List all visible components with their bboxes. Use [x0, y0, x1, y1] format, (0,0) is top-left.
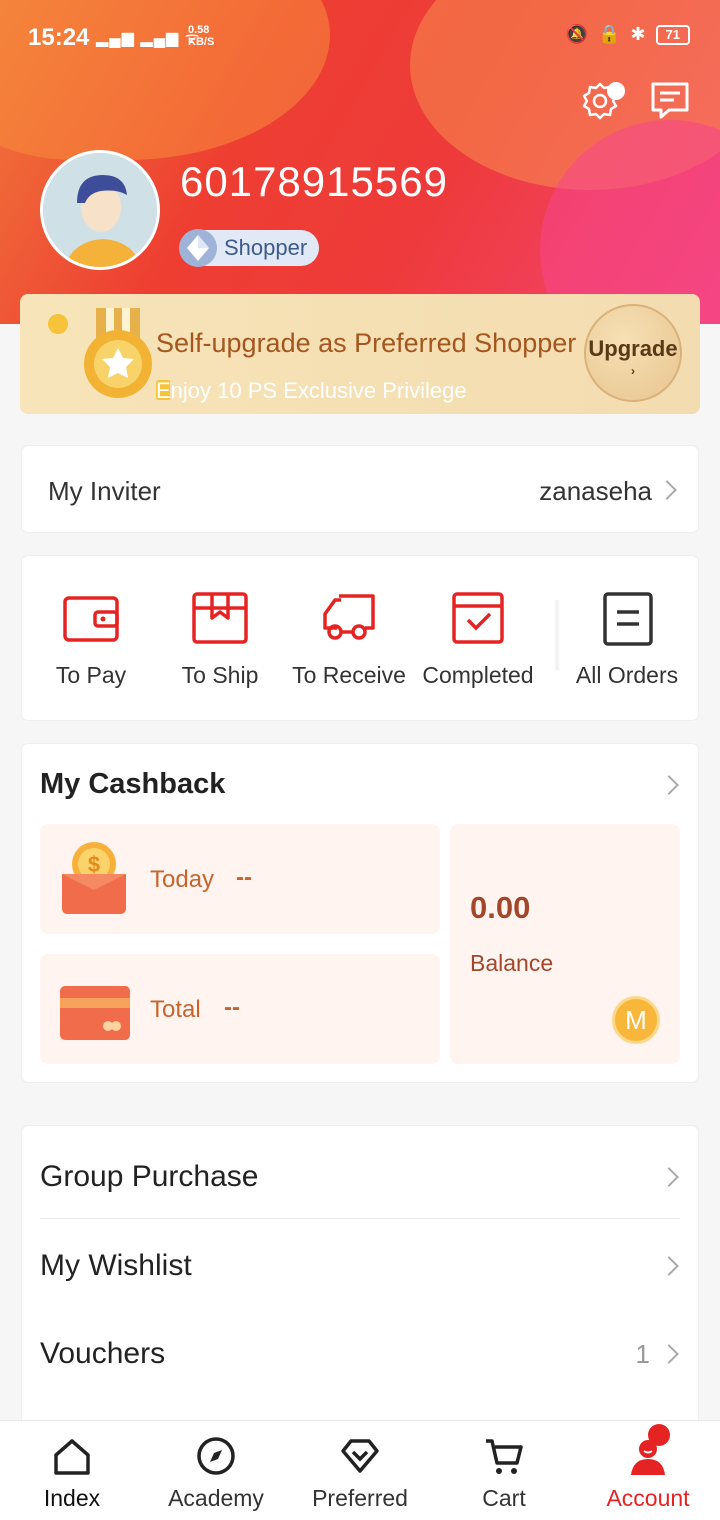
- svg-text:$: $: [88, 852, 100, 877]
- today-value: --: [236, 864, 252, 891]
- notification-dot: [648, 1424, 670, 1446]
- total-value: --: [224, 994, 240, 1021]
- nav-academy[interactable]: Academy: [144, 1435, 288, 1512]
- inviter-row[interactable]: My Inviter zanaseha: [22, 446, 698, 532]
- message-icon[interactable]: [648, 78, 692, 122]
- upgrade-banner[interactable]: Self-upgrade as Preferred Shopper Enjoy …: [20, 294, 700, 414]
- nav-account[interactable]: Account: [576, 1435, 720, 1512]
- menu-item-vouchers[interactable]: Vouchers 1: [40, 1307, 680, 1395]
- cashback-card: My Cashback $ Today -- Total -- 0.00 Bal…: [22, 744, 698, 1082]
- box-icon: [192, 592, 248, 644]
- chevron-right-icon: ›: [631, 364, 635, 378]
- status-icons: 🔕 🔒 ✱ 71: [566, 24, 690, 45]
- order-to-ship[interactable]: To Ship: [155, 588, 285, 689]
- avatar-illustration: [43, 153, 157, 267]
- cart-icon: [486, 1439, 523, 1474]
- notification-dot: [607, 82, 625, 100]
- chevron-right-icon: [659, 1167, 679, 1187]
- order-all[interactable]: All Orders: [562, 588, 692, 689]
- signal-icon: ▂▄▆ ▂▄▆ ᯤ: [96, 30, 201, 47]
- coin-icon: M: [612, 996, 660, 1044]
- orders-card: To Pay To Ship To Receive Completed All …: [22, 556, 698, 720]
- level-badge[interactable]: Shopper: [179, 229, 320, 267]
- compass-icon: [197, 1437, 235, 1475]
- cashback-balance[interactable]: 0.00 Balance M: [450, 824, 680, 1064]
- truck-icon: [323, 594, 375, 640]
- vibrate-icon: 🔕: [565, 24, 589, 44]
- diamond-icon: [341, 1439, 379, 1473]
- order-completed[interactable]: Completed: [413, 588, 543, 689]
- order-to-pay[interactable]: To Pay: [26, 588, 156, 689]
- menu-item-group-purchase[interactable]: Group Purchase: [40, 1130, 680, 1218]
- inviter-label: My Inviter: [48, 476, 161, 506]
- profile-header: 15:24 ▂▄▆ ▂▄▆ ᯤ 0.58 KB/S 🔕 🔒 ✱ 71 60178…: [0, 0, 720, 324]
- chevron-right-icon: [659, 1344, 679, 1364]
- card-icon: [60, 986, 130, 1040]
- cashback-total[interactable]: Total --: [40, 954, 440, 1064]
- bottom-nav: Index Academy Preferred Cart Account: [0, 1420, 720, 1520]
- network-speed: 0.58 KB/S: [188, 24, 215, 48]
- red-envelope-icon: $: [62, 842, 126, 914]
- nav-preferred[interactable]: Preferred: [288, 1435, 432, 1512]
- wallet-icon: [63, 596, 119, 642]
- chevron-right-icon: [659, 1256, 679, 1276]
- username: 60178915569: [180, 158, 448, 205]
- inviter-value: zanaseha: [539, 476, 652, 506]
- order-to-receive[interactable]: To Receive: [284, 588, 414, 689]
- status-bar: 15:24 ▂▄▆ ▂▄▆ ᯤ 0.58 KB/S 🔕 🔒 ✱ 71: [0, 0, 720, 72]
- nav-index[interactable]: Index: [0, 1435, 144, 1512]
- total-label: Total: [150, 996, 201, 1023]
- upgrade-title: Self-upgrade as Preferred Shopper: [156, 328, 577, 358]
- check-icon: [452, 592, 504, 644]
- upgrade-button[interactable]: Upgrade ›: [584, 304, 682, 402]
- balance-label: Balance: [470, 950, 554, 976]
- menu-item-wishlist[interactable]: My Wishlist: [40, 1219, 680, 1307]
- balance-value: 0.00: [470, 890, 531, 925]
- battery-indicator: 71: [655, 24, 690, 45]
- avatar[interactable]: [40, 150, 160, 270]
- list-icon: [603, 592, 653, 646]
- upgrade-subtitle: Enjoy 10 PS Exclusive Privilege: [156, 378, 467, 403]
- divider: [554, 600, 560, 670]
- cashback-title: My Cashback: [40, 768, 226, 800]
- chevron-right-icon[interactable]: [659, 775, 679, 795]
- voucher-count: 1: [635, 1339, 650, 1369]
- nav-cart[interactable]: Cart: [432, 1435, 576, 1512]
- status-time: 15:24: [28, 24, 90, 51]
- today-label: Today: [150, 866, 215, 893]
- cashback-today[interactable]: $ Today --: [40, 824, 440, 934]
- lock-icon: 🔒: [598, 24, 621, 44]
- home-icon: [54, 1439, 90, 1475]
- medal-icon: [48, 308, 170, 400]
- menu-card: Group Purchase My Wishlist Vouchers 1: [22, 1126, 698, 1426]
- level-label: Shopper: [224, 235, 308, 260]
- diamond-badge-icon: [179, 229, 217, 267]
- bluetooth-icon: ✱: [630, 24, 646, 44]
- chevron-right-icon: [657, 480, 677, 500]
